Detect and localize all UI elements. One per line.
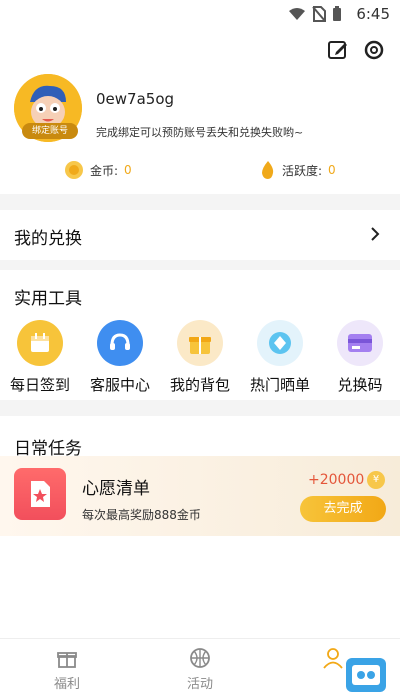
tool-my-backpack[interactable]: 我的背包	[160, 320, 240, 395]
coins-stat: 金币: 0	[64, 160, 132, 180]
bind-account-badge[interactable]: 绑定账号	[22, 123, 78, 139]
flame-icon	[262, 161, 274, 179]
tool-hot-showcase[interactable]: 热门晒单	[240, 320, 320, 395]
task-wishlist: 心愿清单 每次最高奖励888金币 +20000 ¥ 去完成	[0, 456, 400, 536]
edit-button[interactable]	[326, 38, 350, 62]
wifi-icon	[289, 8, 305, 20]
watermark-logo	[346, 658, 386, 692]
task-title: 心愿清单	[82, 479, 150, 499]
tab-label: 福利	[53, 677, 80, 692]
settings-button[interactable]	[362, 38, 386, 62]
coins-value: 0	[124, 163, 132, 177]
no-sim-icon	[312, 6, 326, 22]
profile-header: 绑定账号 0ew7a5og 完成绑定可以预防账号丢失和兑换失败哟~ 金币: 0 …	[0, 28, 400, 194]
headset-icon	[97, 320, 143, 366]
status-time: 6:45	[356, 5, 390, 23]
battery-icon	[333, 6, 341, 21]
activity-label: 活跃度:	[282, 163, 323, 178]
tab-activity[interactable]: 活动	[165, 647, 235, 692]
tab-welfare[interactable]: 福利	[32, 647, 102, 692]
username: 0ew7a5og	[96, 90, 175, 108]
diamond-icon	[257, 320, 303, 366]
cassette-icon	[346, 658, 386, 692]
go-complete-button[interactable]: 去完成	[300, 496, 386, 522]
yen-coin-icon: ¥	[367, 471, 385, 489]
task-reward: +20000	[308, 472, 365, 488]
status-bar: 6:45	[0, 0, 400, 28]
gear-icon	[364, 40, 384, 60]
tool-redeem-code[interactable]: 兑换码	[320, 320, 400, 395]
bind-tip: 完成绑定可以预防账号丢失和兑换失败哟~	[96, 126, 304, 139]
edit-icon	[328, 41, 347, 59]
tool-label: 每日签到	[9, 376, 70, 394]
tools-section: 实用工具 每日签到 客服中心 我的背包 热门晒单 兑换码	[0, 270, 400, 400]
bottom-tab-bar: 福利 活动 我的	[0, 638, 400, 700]
tool-daily-checkin[interactable]: 每日签到	[0, 320, 80, 395]
my-exchange-label: 我的兑换	[14, 229, 82, 249]
tools-title: 实用工具	[14, 289, 82, 309]
task-desc: 每次最高奖励888金币	[82, 508, 201, 522]
basketball-icon	[165, 647, 235, 669]
tool-label: 我的背包	[169, 376, 230, 394]
tab-label: 活动	[186, 677, 213, 692]
card-icon	[337, 320, 383, 366]
calendar-icon	[17, 320, 63, 366]
tool-label: 热门晒单	[249, 376, 310, 394]
star-icon	[14, 468, 66, 520]
gift-icon	[177, 320, 223, 366]
daily-tasks-section: 日常任务 心愿清单 每次最高奖励888金币 +20000 ¥ 去完成	[0, 416, 400, 638]
tool-label: 兑换码	[337, 376, 383, 394]
coins-label: 金币:	[90, 163, 119, 178]
chevron-right-icon	[371, 227, 380, 241]
tool-customer-service[interactable]: 客服中心	[80, 320, 160, 395]
tool-label: 客服中心	[89, 376, 150, 394]
activity-stat: 活跃度: 0	[260, 160, 336, 180]
activity-value: 0	[328, 163, 336, 177]
gift-icon	[32, 647, 102, 669]
my-exchange-row[interactable]: 我的兑换	[0, 210, 400, 260]
coin-icon	[65, 161, 83, 179]
status-icons	[288, 6, 342, 22]
